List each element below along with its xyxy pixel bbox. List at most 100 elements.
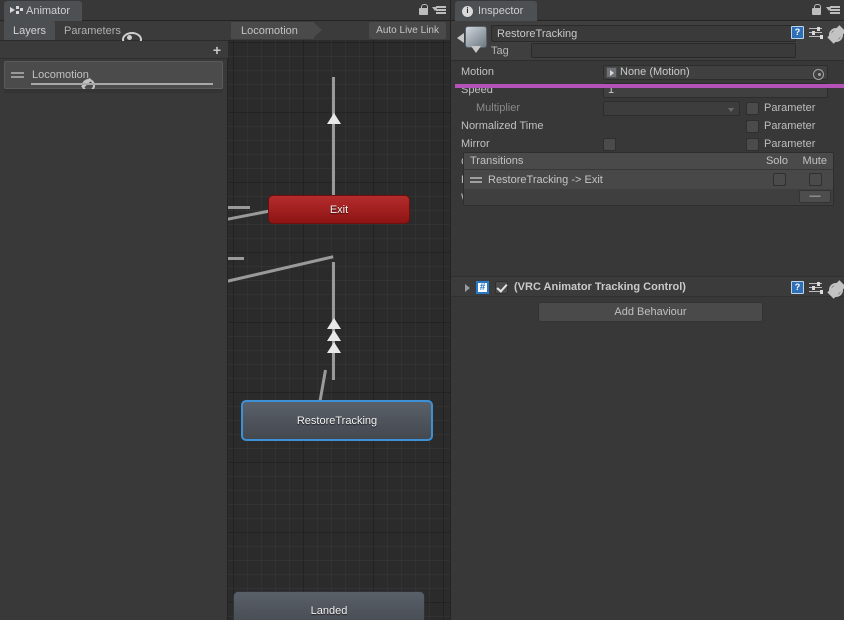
- state-name-input[interactable]: RestoreTracking: [491, 25, 796, 42]
- transition-arrow-to-exit[interactable]: [327, 113, 341, 124]
- transitions-footer: —: [464, 189, 833, 205]
- multiplier-dropdown[interactable]: [603, 100, 740, 116]
- transitions-panel: Transitions Solo Mute RestoreTracking ->…: [463, 152, 834, 206]
- preset-icon[interactable]: [809, 281, 822, 294]
- transition-row[interactable]: RestoreTracking -> Exit: [464, 170, 833, 189]
- normalized-time-label: Normalized Time: [461, 120, 544, 132]
- graph-node-restoretracking-label: RestoreTracking: [296, 414, 378, 427]
- transition-edge-incoming-restoretracking[interactable]: [228, 257, 244, 260]
- graph-node-exit[interactable]: Exit: [268, 195, 410, 224]
- layers-tabbar: Layers Parameters: [0, 21, 228, 47]
- mirror-parameter-label: Parameter: [764, 138, 816, 150]
- mirror-parameter-group: Parameter: [746, 137, 816, 151]
- tab-animator[interactable]: Animator: [4, 1, 83, 21]
- graph-node-restoretracking[interactable]: RestoreTracking: [241, 400, 433, 441]
- tag-label: Tag: [491, 45, 509, 57]
- multiplier-parameter-checkbox[interactable]: [746, 101, 759, 115]
- hamburger-menu-icon[interactable]: [826, 5, 840, 15]
- multiplier-label: Multiplier: [476, 102, 521, 114]
- motion-object-field[interactable]: None (Motion): [603, 64, 828, 80]
- graph-node-landed-label: Landed: [310, 605, 348, 617]
- object-type-icon: [606, 66, 617, 78]
- mirror-checkbox[interactable]: [603, 137, 616, 151]
- multiplier-parameter-label: Parameter: [764, 102, 816, 114]
- animator-window: Animator Layers Parameters + Locomotion …: [0, 0, 450, 620]
- graph-breadcrumb-bar: Locomotion Auto Live Link: [228, 21, 450, 40]
- transitions-solo-header: Solo: [765, 155, 788, 167]
- animator-icon: [10, 5, 22, 17]
- tab-layers-label: Layers: [13, 24, 47, 37]
- script-icon: #: [476, 281, 489, 294]
- mirror-label: Mirror: [461, 138, 490, 150]
- lock-icon[interactable]: [419, 4, 428, 15]
- mirror-parameter-checkbox[interactable]: [746, 137, 759, 151]
- tab-animator-label: Animator: [26, 5, 71, 17]
- tab-parameters[interactable]: Parameters: [55, 21, 130, 40]
- state-name-value: RestoreTracking: [497, 27, 578, 40]
- tag-input[interactable]: [531, 43, 796, 58]
- auto-live-link-label: Auto Live Link: [376, 25, 439, 36]
- add-layer-button[interactable]: +: [213, 43, 221, 57]
- object-picker-icon[interactable]: [813, 68, 824, 80]
- layer-item-locomotion[interactable]: Locomotion: [4, 61, 223, 92]
- inspector-window-icons: [812, 4, 840, 15]
- gear-icon[interactable]: [827, 26, 843, 42]
- property-row-mirror: Mirror Parameter: [451, 135, 844, 153]
- layer-list: Locomotion: [4, 61, 223, 92]
- animator-graph-pane[interactable]: Exit RestoreTracking Landed Locomotion A…: [228, 21, 450, 620]
- inspector-window: i Inspector RestoreTracking ? Tag Motion…: [450, 0, 844, 620]
- transitions-title: Transitions: [470, 155, 524, 167]
- behaviour-name-label: (VRC Animator Tracking Control): [514, 280, 686, 293]
- layers-add-bar: +: [0, 41, 228, 59]
- motion-label: Motion: [461, 66, 495, 78]
- preset-icon[interactable]: [809, 26, 822, 39]
- remove-transition-button[interactable]: —: [799, 190, 831, 203]
- tab-parameters-label: Parameters: [64, 24, 121, 37]
- transition-mute-checkbox[interactable]: [809, 173, 822, 186]
- drag-handle-icon[interactable]: [11, 71, 24, 79]
- help-icon[interactable]: ?: [791, 26, 804, 39]
- transition-edge-restoretracking-to-exit[interactable]: [332, 77, 335, 202]
- hamburger-menu-icon[interactable]: [432, 5, 446, 15]
- foldout-right-icon[interactable]: [465, 284, 470, 292]
- transition-edge-incoming-exit[interactable]: [228, 206, 250, 209]
- transitions-header: Transitions Solo Mute: [464, 153, 833, 170]
- normalized-time-parameter-label: Parameter: [764, 120, 816, 132]
- inspector-tabbar: i Inspector: [451, 0, 844, 21]
- layer-list-shadow: [4, 89, 223, 93]
- tab-inspector[interactable]: i Inspector: [455, 1, 538, 21]
- lock-icon[interactable]: [812, 4, 821, 15]
- help-icon[interactable]: ?: [791, 281, 804, 294]
- normalized-time-parameter-group: Parameter: [746, 119, 816, 133]
- property-row-normalized-time: Normalized Time Parameter: [451, 117, 844, 135]
- motion-row-highlight: [455, 84, 844, 88]
- property-row-motion: Motion None (Motion): [451, 63, 844, 81]
- graph-node-landed[interactable]: Landed: [233, 591, 425, 620]
- property-row-multiplier: Multiplier Parameter: [451, 99, 844, 117]
- animator-state-icon: [457, 24, 487, 56]
- transition-solo-checkbox[interactable]: [773, 173, 786, 186]
- behaviour-enabled-checkbox[interactable]: [495, 281, 508, 294]
- arrow-down-icon: [471, 46, 481, 53]
- drag-handle-icon[interactable]: [470, 177, 482, 183]
- transition-arrow-to-restoretracking-3[interactable]: [327, 342, 341, 353]
- breadcrumb-locomotion[interactable]: Locomotion: [231, 22, 322, 39]
- transition-arrow-to-restoretracking-2[interactable]: [327, 330, 341, 341]
- behaviour-header-icons: ?: [791, 281, 843, 297]
- info-icon: i: [462, 5, 473, 17]
- motion-value: None (Motion): [620, 66, 690, 78]
- animator-window-icons: [419, 4, 446, 15]
- add-behaviour-label: Add Behaviour: [614, 306, 687, 318]
- transition-row-label: RestoreTracking -> Exit: [488, 173, 603, 186]
- normalized-time-parameter-checkbox[interactable]: [746, 119, 759, 133]
- graph-grid-background[interactable]: Exit RestoreTracking Landed: [228, 40, 450, 620]
- inspector-header-buttons: ?: [791, 26, 843, 42]
- gear-icon[interactable]: [827, 281, 843, 297]
- inspector-header: RestoreTracking ? Tag: [451, 21, 844, 61]
- behaviour-header-row[interactable]: # (VRC Animator Tracking Control) ?: [451, 276, 844, 297]
- transition-arrow-to-restoretracking-1[interactable]: [327, 318, 341, 329]
- tab-layers[interactable]: Layers: [4, 21, 56, 40]
- state-box-icon: [465, 26, 487, 48]
- auto-live-link-button[interactable]: Auto Live Link: [369, 22, 446, 39]
- add-behaviour-button[interactable]: Add Behaviour: [538, 302, 763, 322]
